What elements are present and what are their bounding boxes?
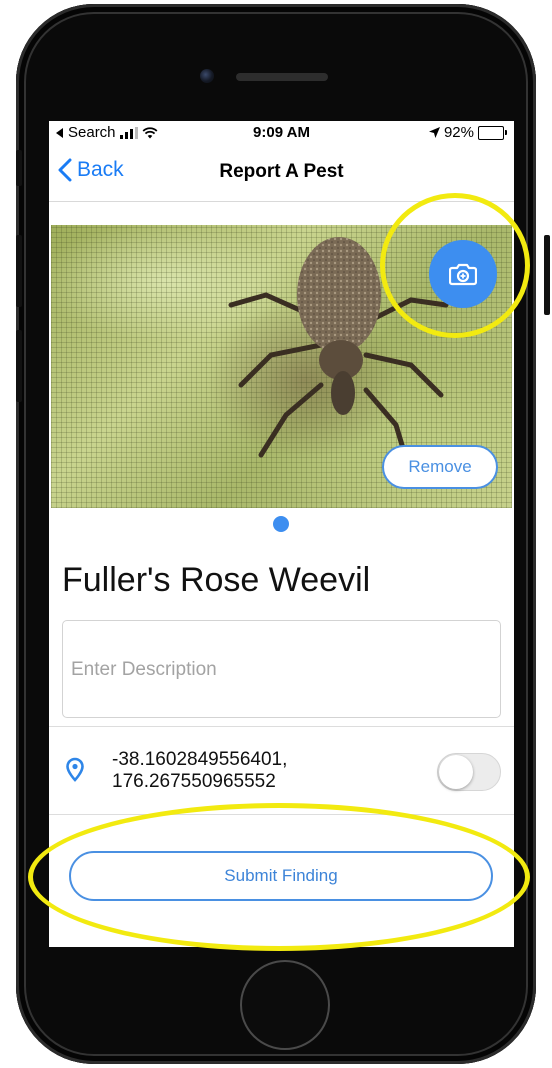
power-button xyxy=(544,235,550,315)
volume-down-button xyxy=(16,330,22,402)
location-coordinates: -38.1602849556401, 176.267550965552 xyxy=(112,749,287,793)
mute-switch xyxy=(16,150,22,186)
page-indicator-dot[interactable] xyxy=(273,516,289,532)
volume-up-button xyxy=(16,235,22,307)
location-arrow-icon xyxy=(428,127,440,138)
pest-name: Fuller's Rose Weevil xyxy=(62,561,371,599)
home-button[interactable] xyxy=(240,960,330,1050)
longitude-text: 176.267550965552 xyxy=(112,771,276,792)
status-right: 92% xyxy=(428,124,507,141)
remove-photo-button[interactable]: Remove xyxy=(382,445,498,489)
status-bar: Search 9:09 AM 92% xyxy=(49,121,514,145)
app-screen: Search 9:09 AM 92% Back Report A Pest Re… xyxy=(49,121,514,947)
divider xyxy=(49,726,514,727)
battery-percent: 92% xyxy=(443,124,474,141)
location-toggle[interactable] xyxy=(437,753,501,791)
submit-finding-button[interactable]: Submit Finding xyxy=(69,851,493,901)
map-pin-icon xyxy=(66,757,84,782)
battery-icon xyxy=(478,125,507,140)
page-title: Report A Pest xyxy=(219,161,344,182)
camera-icon xyxy=(449,263,477,286)
navigation-bar: Back Report A Pest xyxy=(49,145,514,202)
latitude-text: -38.1602849556401, xyxy=(112,749,288,770)
add-photo-button[interactable] xyxy=(429,240,497,308)
front-camera xyxy=(200,69,214,83)
earpiece-speaker xyxy=(236,73,328,81)
description-input[interactable]: Enter Description xyxy=(62,620,501,718)
divider xyxy=(49,814,514,815)
description-placeholder: Enter Description xyxy=(71,659,217,680)
toggle-knob xyxy=(439,755,473,789)
